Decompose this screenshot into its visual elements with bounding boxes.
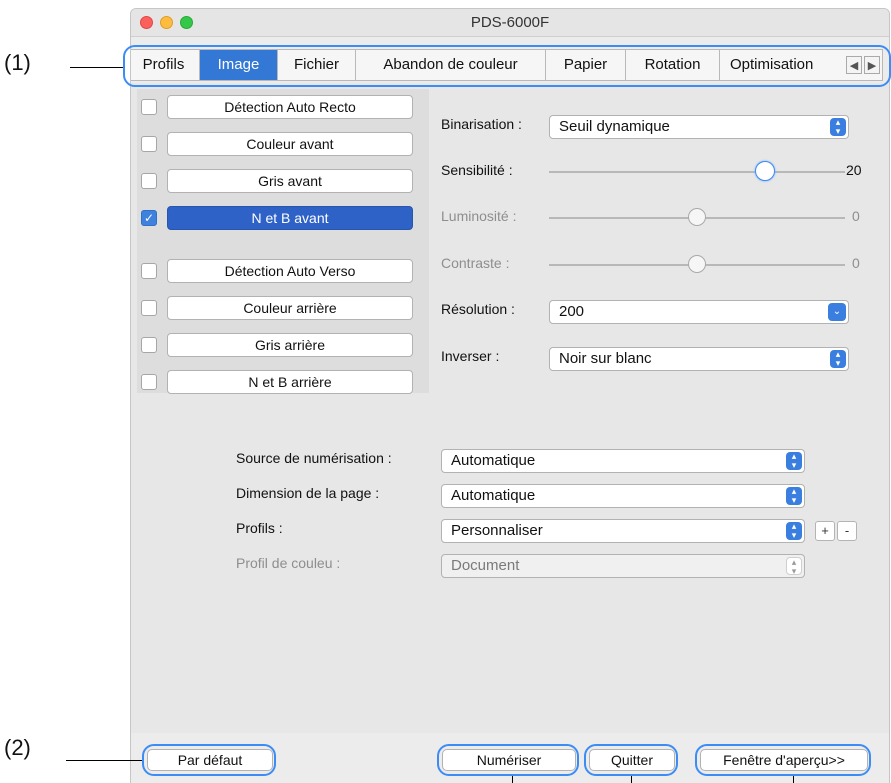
callout-1: (1)	[4, 50, 31, 75]
callout-highlight-tabs	[123, 45, 891, 87]
sensibilite-value: 20	[846, 162, 862, 178]
add-profile-button[interactable]: +	[815, 521, 835, 541]
sensibilite-slider[interactable]	[755, 161, 776, 181]
checkbox-n-et-b-avant[interactable]: ✓	[141, 210, 157, 226]
checkbox-gris-avant[interactable]	[141, 173, 157, 189]
button-n-et-b-avant[interactable]: N et B avant	[167, 206, 413, 230]
binarisation-select[interactable]: Seuil dynamique ▴ ▾	[549, 115, 849, 139]
binarisation-value: Seuil dynamique	[559, 118, 670, 135]
checkbox-gris-arriere[interactable]	[141, 337, 157, 353]
binarisation-label: Binarisation :	[441, 116, 522, 132]
callout-highlight-quit	[584, 744, 678, 776]
profil-couleur-label: Profil de couleu :	[236, 555, 341, 571]
popup-arrows-icon: ▴ ▾	[830, 350, 846, 368]
dimension-value: Automatique	[451, 487, 536, 504]
image-tab-content: Détection Auto Recto Couleur avant Gris …	[131, 83, 889, 733]
checkbox-detection-auto-recto[interactable]	[141, 99, 157, 115]
resolution-value: 200	[559, 303, 585, 320]
callout-highlight-preview	[695, 744, 871, 776]
button-detection-auto-verso[interactable]: Détection Auto Verso	[167, 259, 413, 283]
checkbox-couleur-arriere[interactable]	[141, 300, 157, 316]
window-title: PDS-6000F	[470, 14, 550, 31]
popup-arrows-icon: ▴ ▾	[786, 487, 802, 505]
side-selection-panel: Détection Auto Recto Couleur avant Gris …	[137, 89, 429, 394]
button-gris-arriere[interactable]: Gris arrière	[167, 333, 413, 357]
inverser-label: Inverser :	[441, 348, 500, 364]
source-select[interactable]: Automatique ▴ ▾	[441, 449, 805, 473]
callout-3-leader	[512, 776, 513, 783]
luminosite-slider[interactable]	[688, 208, 706, 226]
dimension-label: Dimension de la page :	[236, 485, 380, 501]
callout-5-leader	[793, 776, 794, 783]
sensibilite-track	[549, 171, 845, 173]
callout-1-leader	[70, 67, 123, 68]
callout-2: (2)	[4, 735, 31, 760]
profil-couleur-select: Document ▴ ▾	[441, 554, 805, 578]
contraste-label: Contraste :	[441, 255, 510, 271]
checkmark-icon: ✓	[143, 211, 155, 225]
button-gris-avant[interactable]: Gris avant	[167, 169, 413, 193]
luminosite-value: 0	[852, 208, 860, 224]
callout-4-leader	[631, 776, 632, 783]
popup-arrows-icon: ▴ ▾	[786, 557, 802, 576]
inverser-select[interactable]: Noir sur blanc ▴ ▾	[549, 347, 849, 371]
luminosite-label: Luminosité :	[441, 208, 517, 224]
popup-arrows-icon: ▴ ▾	[830, 118, 846, 136]
contraste-slider[interactable]	[688, 255, 706, 273]
profils-value: Personnaliser	[451, 522, 543, 539]
checkbox-n-et-b-arriere[interactable]	[141, 374, 157, 390]
checkbox-couleur-avant[interactable]	[141, 136, 157, 152]
source-label: Source de numérisation :	[236, 450, 392, 466]
dimension-select[interactable]: Automatique ▴ ▾	[441, 484, 805, 508]
button-couleur-avant[interactable]: Couleur avant	[167, 132, 413, 156]
sensibilite-label: Sensibilité :	[441, 162, 513, 178]
remove-profile-button[interactable]: -	[837, 521, 857, 541]
checkbox-detection-auto-verso[interactable]	[141, 263, 157, 279]
popup-arrows-icon: ▴ ▾	[786, 452, 802, 470]
scanner-window: PDS-6000F Profils Image Fichier Abandon …	[130, 8, 890, 783]
popup-arrows-icon: ▴ ▾	[786, 522, 802, 540]
callout-highlight-default	[142, 744, 276, 776]
source-value: Automatique	[451, 452, 536, 469]
inverser-value: Noir sur blanc	[559, 350, 652, 367]
button-n-et-b-arriere[interactable]: N et B arrière	[167, 370, 413, 394]
button-detection-auto-recto[interactable]: Détection Auto Recto	[167, 95, 413, 119]
resolution-label: Résolution :	[441, 301, 515, 317]
chevron-down-icon: ⌄	[828, 303, 846, 321]
title-bar: PDS-6000F	[131, 9, 889, 37]
profils-label: Profils :	[236, 520, 283, 536]
contraste-value: 0	[852, 255, 860, 271]
button-couleur-arriere[interactable]: Couleur arrière	[167, 296, 413, 320]
profils-select[interactable]: Personnaliser ▴ ▾	[441, 519, 805, 543]
callout-2-leader	[66, 760, 142, 761]
callout-highlight-scan	[437, 744, 579, 776]
resolution-dropdown[interactable]: 200 ⌄	[549, 300, 849, 324]
profil-couleur-value: Document	[451, 557, 520, 574]
